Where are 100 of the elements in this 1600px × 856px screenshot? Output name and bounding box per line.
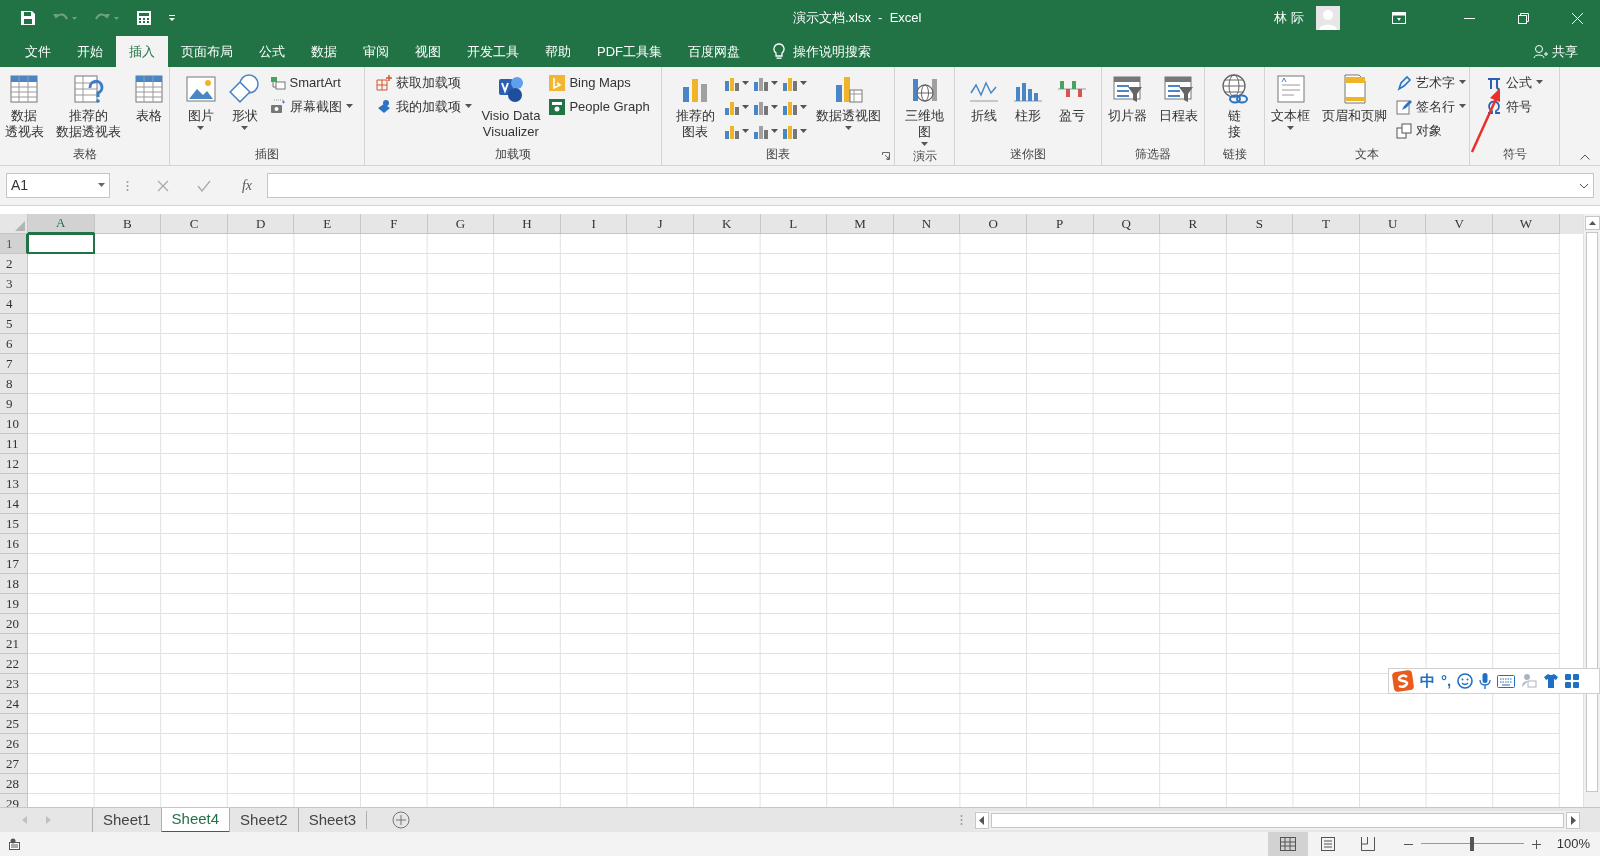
scroll-up-icon[interactable] xyxy=(1584,216,1600,230)
row-header[interactable]: 22 xyxy=(0,654,28,674)
column-header[interactable]: B xyxy=(94,214,162,234)
row-header[interactable]: 28 xyxy=(0,774,28,794)
column-header[interactable]: J xyxy=(627,214,694,234)
ribbon-button[interactable]: 文本框 xyxy=(1268,70,1313,131)
ribbon-tab[interactable]: 插入 xyxy=(116,36,168,67)
ribbon-tab[interactable]: 开发工具 xyxy=(454,36,532,67)
tell-me-search[interactable]: 操作说明搜索 xyxy=(793,41,871,62)
ribbon-button[interactable]: 签名行 xyxy=(1396,96,1466,117)
row-header[interactable]: 9 xyxy=(0,394,28,414)
ribbon-tab[interactable]: 文件 xyxy=(12,36,64,67)
ime-mode-toggle[interactable]: °, xyxy=(1441,669,1452,693)
row-header[interactable]: 24 xyxy=(0,694,28,714)
microphone-icon[interactable] xyxy=(1479,673,1492,689)
row-header[interactable]: 4 xyxy=(0,294,28,314)
cell-grid[interactable] xyxy=(28,234,1560,807)
row-header[interactable]: 11 xyxy=(0,434,28,454)
ribbon-button[interactable]: 数据透视图 xyxy=(812,70,884,131)
column-header[interactable]: V xyxy=(1426,214,1494,234)
row-header[interactable]: 18 xyxy=(0,574,28,594)
row-header[interactable]: 17 xyxy=(0,554,28,574)
shirt-icon[interactable] xyxy=(1543,673,1560,689)
insert-function-button[interactable]: fx xyxy=(235,175,259,196)
ribbon-button[interactable]: 链 接 xyxy=(1215,70,1254,140)
column-header[interactable]: E xyxy=(294,214,361,234)
macro-record-icon[interactable] xyxy=(9,838,23,850)
ribbon-button[interactable]: 获取加载项 xyxy=(376,72,473,93)
column-header[interactable]: S xyxy=(1226,214,1294,234)
ribbon-button[interactable]: 屏幕截图 xyxy=(269,96,353,117)
column-header[interactable]: F xyxy=(360,214,428,234)
row-header[interactable]: 7 xyxy=(0,354,28,374)
confirm-icon[interactable] xyxy=(197,179,211,192)
ribbon-button[interactable]: 盈亏 xyxy=(1053,70,1091,124)
row-header[interactable]: 13 xyxy=(0,474,28,494)
row-header[interactable]: 2 xyxy=(0,254,28,274)
ribbon-tab[interactable]: 页面布局 xyxy=(168,36,246,67)
column-header[interactable]: G xyxy=(427,214,495,234)
column-header[interactable]: Q xyxy=(1093,214,1161,234)
row-header[interactable]: 8 xyxy=(0,374,28,394)
row-header[interactable]: 3 xyxy=(0,274,28,294)
row-header[interactable]: 14 xyxy=(0,494,28,514)
ribbon-tab[interactable]: 开始 xyxy=(64,36,116,67)
split-handle-icon[interactable] xyxy=(960,814,964,826)
ribbon-button[interactable]: Bing Maps xyxy=(549,72,650,93)
row-header[interactable]: 26 xyxy=(0,734,28,754)
ribbon-button[interactable]: 推荐的 数据透视表 xyxy=(52,70,124,140)
ribbon-button[interactable]: 页眉和页脚 xyxy=(1319,70,1390,124)
ribbon-button[interactable]: 我的加载项 xyxy=(376,96,473,117)
apps-grid-icon[interactable] xyxy=(1565,673,1581,689)
column-header[interactable]: N xyxy=(893,214,961,234)
ribbon-button[interactable]: 符号 xyxy=(1486,96,1543,117)
ribbon-tab[interactable]: 视图 xyxy=(402,36,454,67)
ime-logo-icon[interactable] xyxy=(1392,670,1414,692)
ribbon-button[interactable]: 柱形 xyxy=(1009,70,1047,124)
expand-icon[interactable] xyxy=(1579,182,1589,189)
customize-caret-icon[interactable] xyxy=(168,14,176,22)
save-icon[interactable] xyxy=(20,10,36,26)
row-header[interactable]: 1 xyxy=(0,234,28,254)
row-header[interactable]: 5 xyxy=(0,314,28,334)
ribbon-button[interactable]: 对象 xyxy=(1396,120,1466,141)
ribbon-tab[interactable]: 数据 xyxy=(298,36,350,67)
ribbon-button[interactable]: 形状 xyxy=(225,70,264,131)
column-header[interactable]: W xyxy=(1493,214,1560,234)
column-header[interactable]: C xyxy=(161,214,228,234)
user-card-icon[interactable] xyxy=(1521,673,1538,689)
ribbon-button[interactable]: 数据 透视表 xyxy=(1,70,47,140)
ribbon-button[interactable]: 图片 xyxy=(181,70,220,131)
ribbon-button[interactable]: SmartArt xyxy=(269,72,353,93)
add-sheet-icon[interactable] xyxy=(392,811,411,829)
ribbon-tab[interactable]: PDF工具集 xyxy=(584,36,675,67)
row-header[interactable]: 15 xyxy=(0,514,28,534)
ime-mode-toggle[interactable]: 中 xyxy=(1420,669,1435,693)
row-header[interactable]: 23 xyxy=(0,674,28,694)
ribbon-button[interactable]: 艺术字 xyxy=(1396,72,1466,93)
row-header[interactable]: 6 xyxy=(0,334,28,354)
row-header[interactable]: 27 xyxy=(0,754,28,774)
ribbon-button[interactable]: People Graph xyxy=(549,96,650,117)
ribbon-button[interactable]: 表格 xyxy=(129,70,168,124)
row-header[interactable]: 19 xyxy=(0,594,28,614)
row-header[interactable]: 21 xyxy=(0,634,28,654)
dialog-launcher-icon[interactable] xyxy=(882,152,890,160)
cancel-icon[interactable] xyxy=(157,179,169,192)
ribbon-button[interactable]: Visio Data Visualizer xyxy=(478,70,544,140)
column-header[interactable]: M xyxy=(827,214,894,234)
ribbon-button[interactable]: 日程表 xyxy=(1156,70,1201,124)
zoom-percentage[interactable]: 100% xyxy=(1556,834,1590,854)
keyboard-icon[interactable] xyxy=(1497,674,1516,688)
column-header[interactable]: P xyxy=(1026,214,1094,234)
row-header[interactable]: 25 xyxy=(0,714,28,734)
scroll-thumb[interactable] xyxy=(1586,232,1598,792)
ribbon-button[interactable]: 切片器 xyxy=(1105,70,1150,124)
ribbon-tab[interactable]: 公式 xyxy=(246,36,298,67)
selected-cell[interactable] xyxy=(27,233,95,254)
column-header[interactable]: A xyxy=(28,214,95,234)
column-header[interactable]: D xyxy=(227,214,295,234)
share-button[interactable]: 共享 xyxy=(1533,36,1578,67)
ribbon-tab[interactable]: 帮助 xyxy=(532,36,584,67)
zoom-slider[interactable] xyxy=(1420,837,1524,851)
view-button[interactable] xyxy=(1267,832,1308,856)
